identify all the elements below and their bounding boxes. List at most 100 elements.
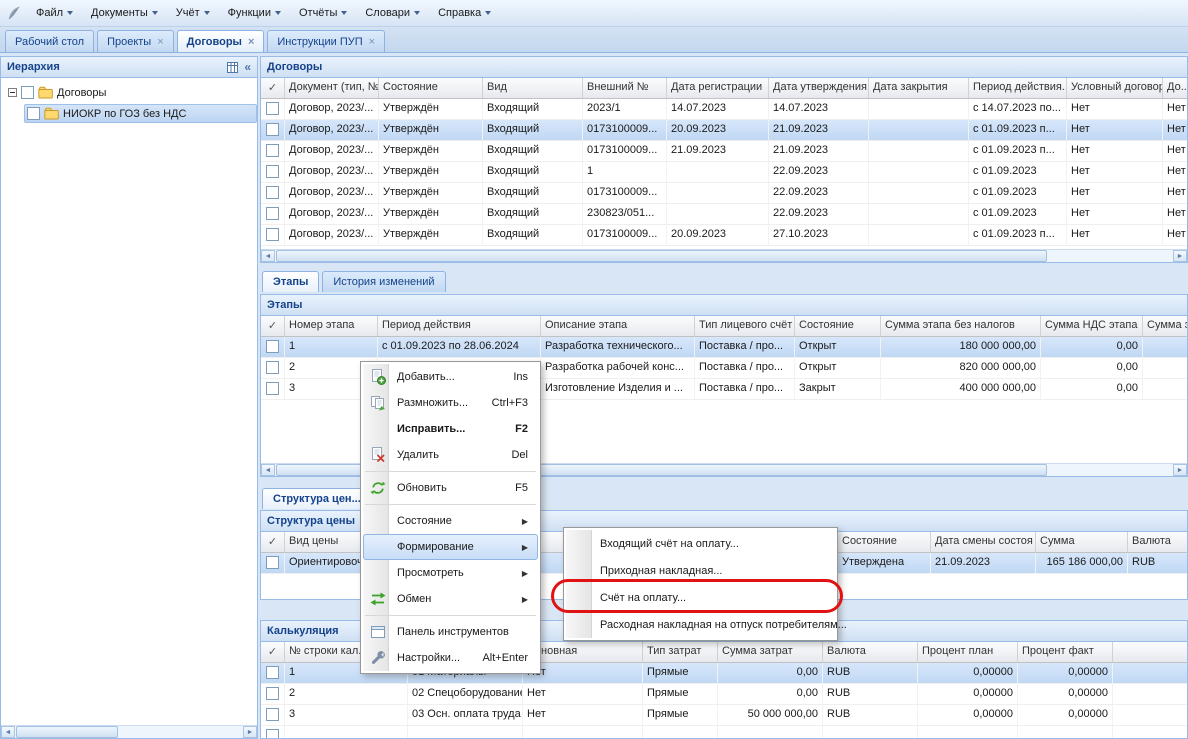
scroll-left-icon[interactable]: ◄: [261, 464, 275, 476]
context-menu-item[interactable]: Размножить...Ctrl+F3: [363, 390, 538, 416]
select-all-header[interactable]: ✓: [261, 316, 285, 336]
context-menu-item[interactable]: ОбновитьF5: [363, 475, 538, 501]
context-menu-item[interactable]: Состояние▶: [363, 508, 538, 534]
column-header[interactable]: Условный договор: [1067, 78, 1163, 98]
column-header[interactable]: Дата регистрации: [667, 78, 769, 98]
row-checkbox[interactable]: [266, 361, 279, 374]
column-header[interactable]: Период действия: [378, 316, 541, 336]
column-header[interactable]: Внешний №: [583, 78, 667, 98]
row-checkbox[interactable]: [266, 144, 279, 157]
select-all-header[interactable]: ✓: [261, 642, 285, 662]
column-header[interactable]: Период действия...: [969, 78, 1067, 98]
scroll-right-icon[interactable]: ►: [243, 726, 257, 738]
row-checkbox[interactable]: [266, 123, 279, 136]
scrollbar-track[interactable]: [16, 726, 242, 738]
table-row[interactable]: 1с 01.09.2023 по 28.06.2024Разработка те…: [261, 337, 1187, 358]
column-header[interactable]: Дата утверждения: [769, 78, 869, 98]
column-header[interactable]: Дата закрытия: [869, 78, 969, 98]
context-menu-item[interactable]: Обмен▶: [363, 586, 538, 612]
row-checkbox[interactable]: [266, 666, 279, 679]
row-checkbox[interactable]: [266, 207, 279, 220]
submenu-item[interactable]: Расходная накладная на отпуск потребител…: [566, 611, 835, 638]
table-row[interactable]: Договор, 2023/...УтверждёнВходящий2023/1…: [261, 99, 1187, 120]
submenu-item[interactable]: Счёт на оплату...: [566, 584, 835, 611]
column-header[interactable]: Основная: [523, 642, 643, 662]
column-header[interactable]: Тип лицевого счёт: [695, 316, 795, 336]
column-header[interactable]: Документ (тип, №...: [285, 78, 379, 98]
column-header[interactable]: Сумма этапа без налогов: [881, 316, 1041, 336]
column-header[interactable]: Валюта: [823, 642, 918, 662]
row-checkbox[interactable]: [266, 708, 279, 721]
row-checkbox[interactable]: [266, 340, 279, 353]
table-row[interactable]: Договор, 2023/...УтверждёнВходящий017310…: [261, 120, 1187, 141]
row-checkbox[interactable]: [266, 228, 279, 241]
row-checkbox[interactable]: [266, 102, 279, 115]
tab-stages[interactable]: Этапы: [262, 271, 319, 292]
tab-history[interactable]: История изменений: [322, 271, 445, 292]
column-header[interactable]: Сумма: [1036, 532, 1128, 552]
context-menu-item[interactable]: Настройки...Alt+Enter: [363, 645, 538, 671]
column-header[interactable]: Валюта: [1128, 532, 1187, 552]
column-header[interactable]: Состояние: [795, 316, 881, 336]
tree-node-niokr[interactable]: НИОКР по ГОЗ без НДС: [1, 103, 257, 124]
contracts-hscrollbar[interactable]: ◄ ►: [261, 249, 1187, 262]
submenu-item[interactable]: Приходная накладная...: [566, 557, 835, 584]
menubar-item[interactable]: Функции: [219, 3, 290, 23]
column-header[interactable]: Процент факт: [1018, 642, 1113, 662]
menubar-item[interactable]: Документы: [82, 3, 167, 23]
column-header[interactable]: Состояние: [379, 78, 483, 98]
row-checkbox[interactable]: [266, 186, 279, 199]
column-header[interactable]: Описание этапа: [541, 316, 695, 336]
row-checkbox[interactable]: [266, 556, 279, 569]
row-checkbox[interactable]: [266, 382, 279, 395]
context-menu-item[interactable]: Исправить...F2: [363, 416, 538, 442]
column-header[interactable]: Сумма э...: [1143, 316, 1187, 336]
window-tab[interactable]: Рабочий стол: [5, 30, 94, 52]
tree-node-checkbox[interactable]: [27, 107, 40, 120]
menubar-item[interactable]: Учёт: [167, 3, 219, 23]
window-tab[interactable]: Договоры×: [177, 30, 265, 52]
scroll-right-icon[interactable]: ►: [1173, 464, 1187, 476]
column-header[interactable]: Сумма затрат: [718, 642, 823, 662]
table-row[interactable]: Договор, 2023/...УтверждёнВходящий122.09…: [261, 162, 1187, 183]
context-menu-item[interactable]: Формирование▶: [363, 534, 538, 560]
row-checkbox[interactable]: [266, 165, 279, 178]
window-tab[interactable]: Проекты×: [97, 30, 174, 52]
tree-node-contracts[interactable]: Договоры: [1, 82, 257, 103]
column-chooser-icon[interactable]: [227, 62, 238, 73]
context-menu-item[interactable]: Добавить...Ins: [363, 364, 538, 390]
column-header[interactable]: Процент план: [918, 642, 1018, 662]
menubar-item[interactable]: Словари: [356, 3, 429, 23]
scrollbar-track[interactable]: [276, 250, 1172, 262]
close-tab-icon[interactable]: ×: [248, 37, 254, 47]
hierarchy-hscrollbar[interactable]: ◄ ►: [1, 725, 257, 738]
column-header[interactable]: Вид: [483, 78, 583, 98]
scrollbar-thumb[interactable]: [276, 250, 1047, 262]
scroll-right-icon[interactable]: ►: [1173, 250, 1187, 262]
tree-node-checkbox[interactable]: [21, 86, 34, 99]
window-tab[interactable]: Инструкции ПУП×: [267, 30, 385, 52]
context-menu-item[interactable]: Просмотреть▶: [363, 560, 538, 586]
table-row[interactable]: Договор, 2023/...УтверждёнВходящий017310…: [261, 225, 1187, 246]
column-header[interactable]: Состояние: [838, 532, 931, 552]
row-checkbox[interactable]: [266, 687, 279, 700]
collapse-node-icon[interactable]: [8, 88, 17, 97]
column-header[interactable]: Сумма НДС этапа: [1041, 316, 1143, 336]
table-row[interactable]: 202 СпецоборудованиеНетПрямые0,00RUB0,00…: [261, 684, 1187, 705]
tab-price-structure[interactable]: Структура цен...: [262, 488, 372, 509]
submenu-item[interactable]: Входящий счёт на оплату...: [566, 530, 835, 557]
scrollbar-thumb[interactable]: [16, 726, 118, 738]
column-header[interactable]: Тип затрат: [643, 642, 718, 662]
scroll-left-icon[interactable]: ◄: [1, 726, 15, 738]
menubar-item[interactable]: Файл: [27, 3, 82, 23]
collapse-panel-icon[interactable]: «: [244, 62, 251, 73]
select-all-header[interactable]: ✓: [261, 78, 285, 98]
context-menu-item[interactable]: УдалитьDel: [363, 442, 538, 468]
table-row[interactable]: Договор, 2023/...УтверждёнВходящий230823…: [261, 204, 1187, 225]
menubar-item[interactable]: Справка: [429, 3, 500, 23]
column-header[interactable]: Дата смены состоя: [931, 532, 1036, 552]
scroll-left-icon[interactable]: ◄: [261, 250, 275, 262]
table-row[interactable]: Договор, 2023/...УтверждёнВходящий017310…: [261, 183, 1187, 204]
menubar-item[interactable]: Отчёты: [290, 3, 356, 23]
row-checkbox[interactable]: [266, 729, 279, 738]
